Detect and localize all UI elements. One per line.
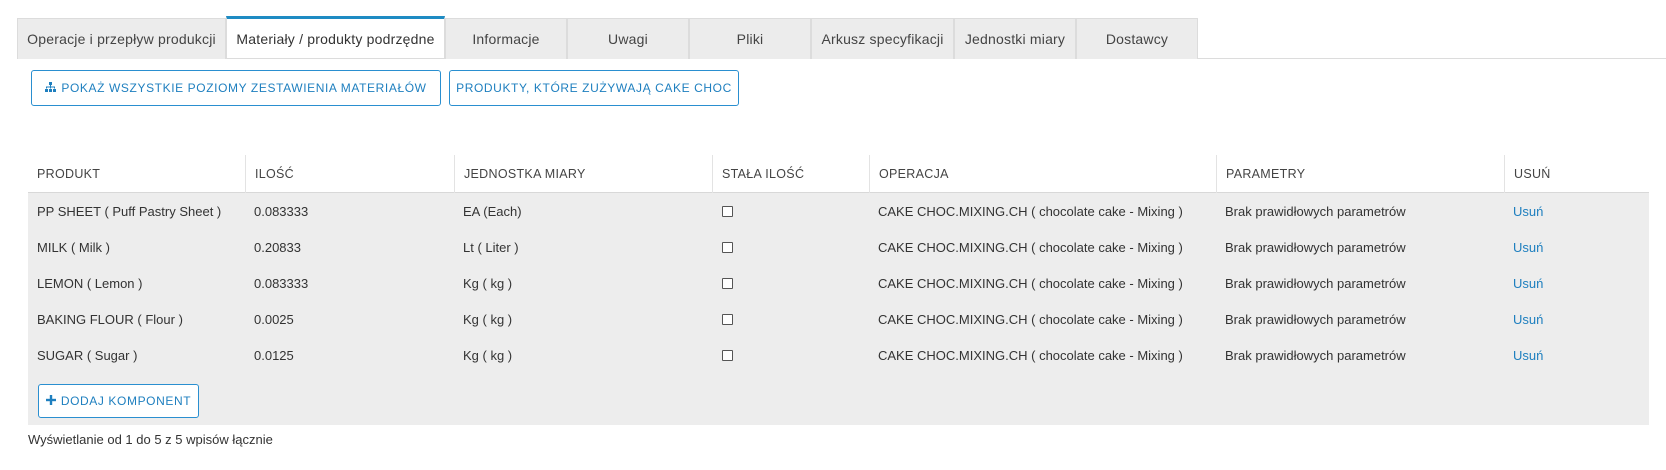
pagination-info: Wyświetlanie od 1 do 5 z 5 wpisów łączni… [28,432,273,447]
sitemap-icon [45,81,57,95]
cell-operation: CAKE CHOC.MIXING.CH ( chocolate cake - M… [878,239,1183,255]
header-fixed-qty[interactable]: STAŁA ILOŚĆ [712,155,869,193]
fixed-qty-checkbox[interactable] [722,349,733,361]
cell-product: PP SHEET ( Puff Pastry Sheet ) [37,203,222,219]
cell-parameters: Brak prawidłowych parametrów [1225,239,1406,255]
remove-link[interactable]: Usuń [1504,229,1543,265]
fixed-qty-checkbox[interactable] [722,277,733,289]
remove-link[interactable]: Usuń [1504,265,1543,301]
cell-operation: CAKE CHOC.MIXING.CH ( chocolate cake - M… [878,203,1183,219]
header-unit[interactable]: JEDNOSTKA MIARY [454,155,712,193]
tab-notes[interactable]: Uwagi [567,18,689,59]
header-remove[interactable]: USUŃ [1504,155,1649,193]
plus-icon [45,394,56,408]
header-product[interactable]: PRODUKT [28,155,245,193]
cell-unit: Kg ( kg ) [463,275,513,291]
cell-parameters: Brak prawidłowych parametrów [1225,275,1406,291]
cell-fixed-qty [712,301,733,337]
remove-link[interactable]: Usuń [1504,301,1543,337]
tab-bar: Operacje i przepływ produkcji Materiały … [17,16,1666,59]
cell-fixed-qty [712,193,733,229]
show-all-bom-levels-button[interactable]: POKAŻ WSZYSTKIE POZIOMY ZESTAWIENIA MATE… [31,70,441,106]
cell-parameters: Brak prawidłowych parametrów [1225,347,1406,363]
cell-product: SUGAR ( Sugar ) [37,347,138,363]
tab-suppliers[interactable]: Dostawcy [1076,18,1198,59]
products-using-button[interactable]: PRODUKTY, KTÓRE ZUŻYWAJĄ CAKE CHOC [449,70,739,106]
products-using-label: PRODUKTY, KTÓRE ZUŻYWAJĄ CAKE CHOC [456,81,732,95]
cell-quantity: 0.0025 [254,311,294,327]
cell-parameters: Brak prawidłowych parametrów [1225,203,1406,219]
remove-link[interactable]: Usuń [1504,193,1543,229]
cell-unit: EA (Each) [463,203,522,219]
header-operation[interactable]: OPERACJA [869,155,1216,193]
cell-product: MILK ( Milk ) [37,239,110,255]
fixed-qty-checkbox[interactable] [722,313,733,325]
table-row: LEMON ( Lemon ) 0.083333 Kg ( kg ) CAKE … [28,265,1649,301]
fixed-qty-checkbox[interactable] [722,241,733,253]
cell-parameters: Brak prawidłowych parametrów [1225,311,1406,327]
cell-operation: CAKE CHOC.MIXING.CH ( chocolate cake - M… [878,311,1183,327]
add-component-button[interactable]: DODAJ KOMPONENT [38,384,199,418]
cell-fixed-qty [712,265,733,301]
cell-fixed-qty [712,337,733,373]
table-row: SUGAR ( Sugar ) 0.0125 Kg ( kg ) CAKE CH… [28,337,1649,373]
tab-units[interactable]: Jednostki miary [954,18,1076,59]
table-row: PP SHEET ( Puff Pastry Sheet ) 0.083333 … [28,193,1649,229]
cell-quantity: 0.0125 [254,347,294,363]
table-row: MILK ( Milk ) 0.20833 Lt ( Liter ) CAKE … [28,229,1649,265]
fixed-qty-checkbox[interactable] [722,205,733,217]
cell-product: BAKING FLOUR ( Flour ) [37,311,183,327]
cell-operation: CAKE CHOC.MIXING.CH ( chocolate cake - M… [878,347,1183,363]
tab-operations[interactable]: Operacje i przepływ produkcji [17,18,226,59]
cell-quantity: 0.083333 [254,203,309,219]
table-row: BAKING FLOUR ( Flour ) 0.0025 Kg ( kg ) … [28,301,1649,337]
table-body: PP SHEET ( Puff Pastry Sheet ) 0.083333 … [28,193,1649,425]
tab-information[interactable]: Informacje [445,18,567,59]
cell-product: LEMON ( Lemon ) [37,275,143,291]
tab-files[interactable]: Pliki [689,18,811,59]
cell-unit: Kg ( kg ) [463,311,513,327]
show-all-bom-levels-label: POKAŻ WSZYSTKIE POZIOMY ZESTAWIENIA MATE… [61,81,427,95]
add-component-label: DODAJ KOMPONENT [60,394,192,408]
tab-spec-sheet[interactable]: Arkusz specyfikacji [811,18,954,59]
cell-unit: Kg ( kg ) [463,347,513,363]
cell-fixed-qty [712,229,733,265]
header-parameters[interactable]: PARAMETRY [1216,155,1504,193]
components-table: PRODUKT ILOŚĆ JEDNOSTKA MIARY STAŁA ILOŚ… [28,155,1649,425]
cell-unit: Lt ( Liter ) [463,239,519,255]
header-quantity[interactable]: ILOŚĆ [245,155,454,193]
table-header: PRODUKT ILOŚĆ JEDNOSTKA MIARY STAŁA ILOŚ… [28,155,1649,193]
cell-quantity: 0.20833 [254,239,301,255]
cell-operation: CAKE CHOC.MIXING.CH ( chocolate cake - M… [878,275,1183,291]
cell-quantity: 0.083333 [254,275,309,291]
remove-link[interactable]: Usuń [1504,337,1543,373]
tab-materials[interactable]: Materiały / produkty podrzędne [226,16,445,58]
